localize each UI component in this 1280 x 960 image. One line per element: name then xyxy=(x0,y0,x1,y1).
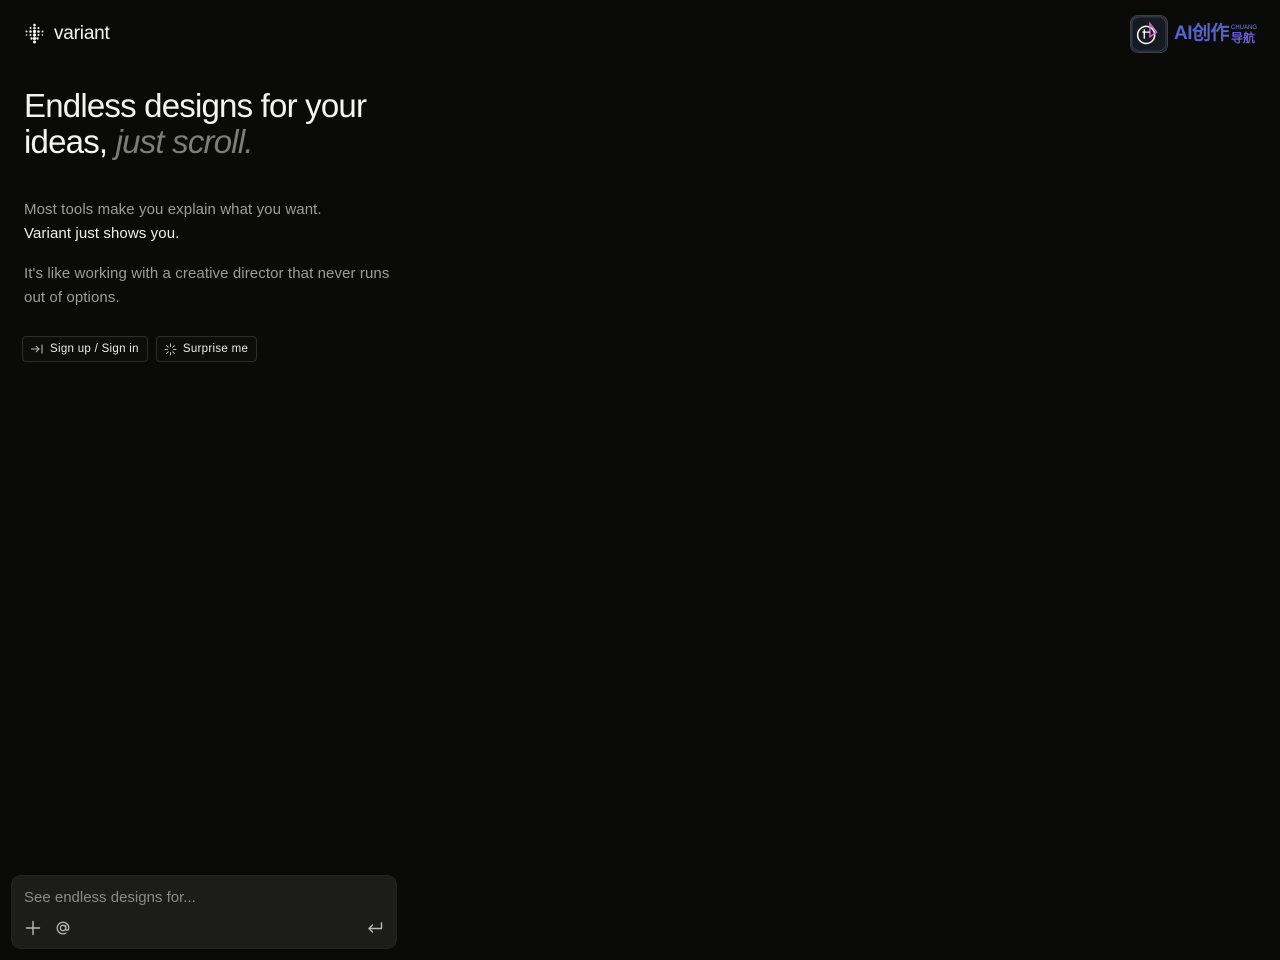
intro-line-1: Most tools make you explain what you wan… xyxy=(24,201,322,218)
dot-grid-diamond-icon xyxy=(25,23,44,44)
headline-accent: just scroll. xyxy=(115,123,254,160)
watermark-logo: AI创作 CHUANG 导航 xyxy=(1130,14,1260,54)
sign-in-button[interactable]: Sign up / Sign in xyxy=(22,336,148,362)
watermark-sub-text: 导航 xyxy=(1231,31,1256,45)
intro-line-2: Variant just shows you. xyxy=(24,225,180,242)
plus-icon xyxy=(25,920,41,936)
submit-button[interactable] xyxy=(365,918,385,938)
brand-logo[interactable]: variant xyxy=(24,23,110,44)
surprise-me-label: Surprise me xyxy=(182,343,249,355)
surprise-me-button[interactable]: Surprise me xyxy=(155,336,258,362)
intro-paragraph: Most tools make you explain what you wan… xyxy=(24,198,394,246)
prompt-composer xyxy=(11,875,397,949)
brand-name: variant xyxy=(54,23,110,44)
sparkle-icon xyxy=(164,343,177,355)
mention-button[interactable] xyxy=(53,918,73,938)
watermark-main-text: AI创作 xyxy=(1174,23,1230,44)
add-button[interactable] xyxy=(23,918,43,938)
at-icon xyxy=(56,921,70,935)
prompt-input[interactable] xyxy=(24,886,384,908)
watermark-logo-icon xyxy=(1130,15,1168,53)
sign-in-arrow-icon xyxy=(31,344,43,354)
sign-in-label: Sign up / Sign in xyxy=(50,343,139,355)
action-buttons: Sign up / Sign in Surprise me xyxy=(22,336,258,362)
enter-return-icon xyxy=(368,922,383,933)
description-paragraph: It's like working with a creative direct… xyxy=(24,265,390,306)
hero-headline: Endless designs for your ideas, just scr… xyxy=(24,88,404,160)
